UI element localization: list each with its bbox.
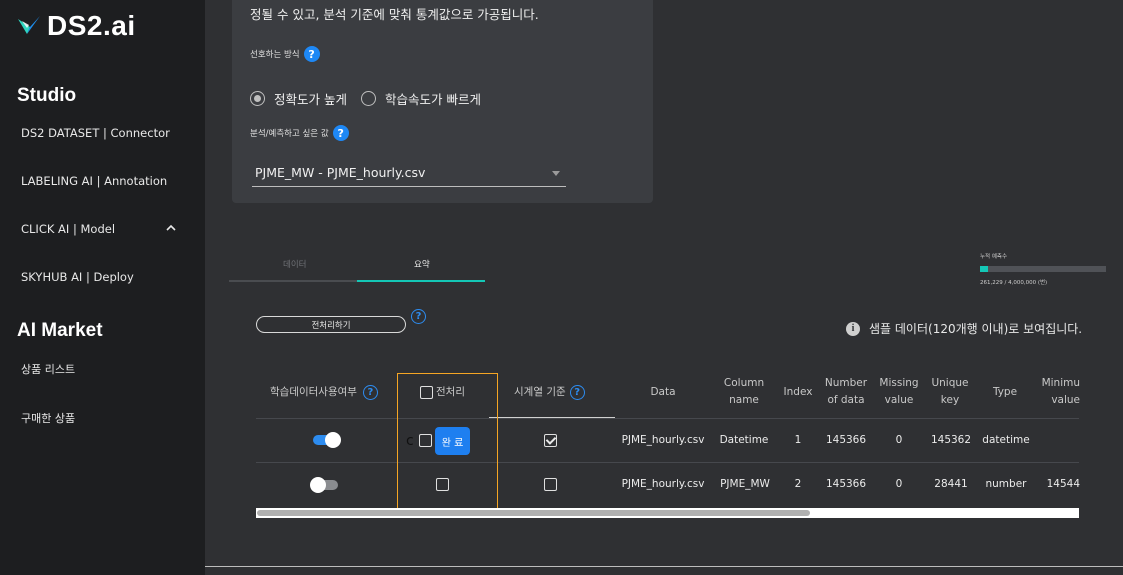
card-description: 정될 수 있고, 분석 기준에 맞춰 통계값으로 가공됩니다. [250, 7, 539, 22]
sidebar-item-product-list[interactable]: 상품 리스트 [21, 361, 75, 377]
header-index: Index [783, 386, 813, 398]
cell-index-row-2: 2 [794, 478, 802, 490]
info-icon: i [846, 321, 860, 336]
cell-column-name-row-1: Datetime [719, 434, 769, 446]
sample-note: i 샘플 데이터(120개행 이내)로 보여집니다. [846, 320, 1082, 337]
radio-accuracy-label[interactable]: 정확도가 높게 [274, 89, 347, 108]
method-radio-group: 정확도가 높게 학습속도가 빠르게 [250, 89, 481, 108]
table-horizontal-scrollbar[interactable] [256, 508, 1079, 518]
target-select-value: PJME_MW - PJME_hourly.csv [255, 165, 426, 180]
sidebar-item-labeling[interactable]: LABELING AI | Annotation [21, 174, 167, 188]
help-icon[interactable]: ? [303, 46, 320, 62]
header-use-label: 학습데이터사용여부 [270, 386, 357, 398]
sidebar: DS2.ai Studio DS2 DATASET | Connector LA… [0, 0, 205, 575]
quota-progress-bar [980, 266, 1106, 272]
cell-minimum-row-2: 14544 [1046, 478, 1080, 490]
quota-text: 261,229 / 4,000,000 (번) [980, 280, 1048, 286]
cell-type-row-2: number [985, 478, 1027, 490]
logo-text: DS2.ai [47, 10, 136, 41]
tab-underline-inactive [229, 280, 357, 282]
tab-summary[interactable]: 요약 [414, 258, 430, 270]
sample-note-text: 샘플 데이터(120개행 이내)로 보여집니다. [869, 322, 1083, 336]
method-label: 선호하는 방식 [250, 50, 300, 60]
logo-mark-icon [18, 16, 40, 34]
header-number-of-data: Number of data [824, 377, 868, 406]
preprocess-column-highlight [397, 373, 498, 511]
target-label: 분석/예측하고 싶은 값 [250, 129, 329, 139]
header-data: Data [650, 386, 676, 398]
use-toggle-row-2[interactable] [310, 477, 338, 493]
timeseries-checkbox-row-1[interactable] [544, 434, 557, 447]
tab-underline-active [357, 280, 485, 282]
quota-progress-fill [980, 266, 989, 272]
quota-label: 누적 예측수 [980, 254, 1008, 260]
cell-number-row-2: 145366 [825, 478, 867, 490]
help-icon[interactable]: ? [411, 309, 426, 324]
sidebar-item-dataset[interactable]: DS2 DATASET | Connector [21, 126, 170, 140]
scrollbar-thumb[interactable] [257, 510, 810, 516]
dropdown-arrow-icon [552, 171, 560, 176]
table-header-divider [256, 418, 1079, 419]
sidebar-item-purchased[interactable]: 구매한 상품 [21, 410, 75, 426]
method-label-row: 선호하는 방식 ? [250, 46, 320, 62]
header-timeseries: 시계열 기준 ? [514, 384, 585, 401]
radio-speed[interactable] [360, 91, 376, 106]
preprocess-button[interactable]: 전처리하기 [256, 316, 406, 333]
tab-data[interactable]: 데이터 [283, 258, 306, 270]
header-use: 학습데이터사용여부 ? [270, 384, 378, 401]
cell-missing-row-1: 0 [895, 434, 903, 446]
table-row-divider [256, 462, 1079, 463]
cell-type-row-1: datetime [982, 434, 1030, 446]
chevron-up-icon[interactable] [165, 222, 177, 234]
header-unique-key: Unique key [931, 377, 969, 406]
cell-unique-row-2: 28441 [934, 478, 968, 490]
studio-section-title: Studio [17, 85, 77, 106]
timeseries-checkbox-row-2[interactable] [544, 478, 557, 491]
cell-column-name-row-2: PJME_MW [720, 478, 770, 490]
header-type: Type [992, 386, 1018, 398]
cell-data-row-2: PJME_hourly.csv [621, 478, 705, 490]
header-column-name: Column name [723, 377, 765, 406]
target-select[interactable]: PJME_MW - PJME_hourly.csv [252, 160, 566, 187]
footer-divider [205, 566, 1123, 567]
header-minimum-value: Minimu value [1041, 377, 1080, 406]
help-icon[interactable]: ? [332, 125, 349, 141]
header-timeseries-label: 시계열 기준 [514, 386, 566, 398]
radio-speed-label[interactable]: 학습속도가 빠르게 [385, 89, 481, 108]
cell-number-row-1: 145366 [825, 434, 867, 446]
ai-market-section-title: AI Market [17, 320, 103, 341]
cell-missing-row-2: 0 [895, 478, 903, 490]
cell-unique-row-1: 145362 [930, 434, 972, 446]
help-icon[interactable]: ? [362, 385, 378, 400]
logo[interactable]: DS2.ai [17, 10, 136, 42]
use-toggle-row-1[interactable] [313, 432, 341, 448]
settings-card: 정될 수 있고, 분석 기준에 맞춰 통계값으로 가공됩니다. 선호하는 방식 … [232, 0, 653, 203]
sidebar-item-click-ai[interactable]: CLICK AI | Model [21, 222, 115, 236]
target-label-row: 분석/예측하고 싶은 값 ? [250, 125, 349, 141]
help-icon[interactable]: ? [569, 385, 585, 400]
radio-accuracy[interactable] [250, 91, 265, 106]
cell-index-row-1: 1 [794, 434, 802, 446]
cell-data-row-1: PJME_hourly.csv [621, 434, 705, 446]
header-missing-value: Missing value [879, 377, 919, 406]
sidebar-item-skyhub[interactable]: SKYHUB AI | Deploy [21, 270, 134, 284]
